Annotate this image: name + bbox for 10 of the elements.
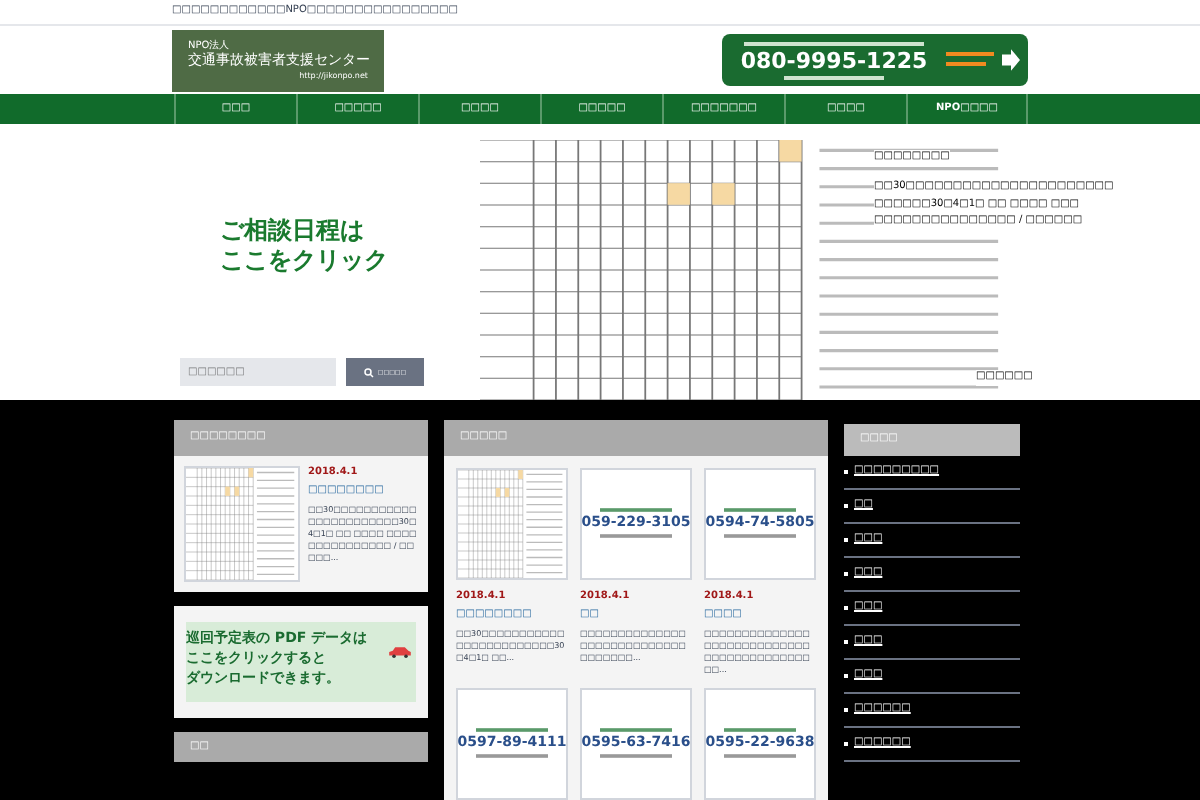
- small-text-drawing: [784, 75, 884, 80]
- schedule-thumbnail: [186, 467, 298, 579]
- schedule-thumbnail: [458, 469, 566, 577]
- phone-banner[interactable]: 080-9995-1225: [722, 34, 1028, 87]
- banner-phone: 080-9995-1225: [740, 49, 928, 72]
- small-text-drawing: [946, 52, 994, 69]
- car-icon: [388, 645, 412, 657]
- consultation-headline[interactable]: ご相談日程は ここをクリック: [180, 216, 480, 276]
- search-icon: [363, 367, 374, 377]
- arrow-icon: [1002, 46, 1020, 75]
